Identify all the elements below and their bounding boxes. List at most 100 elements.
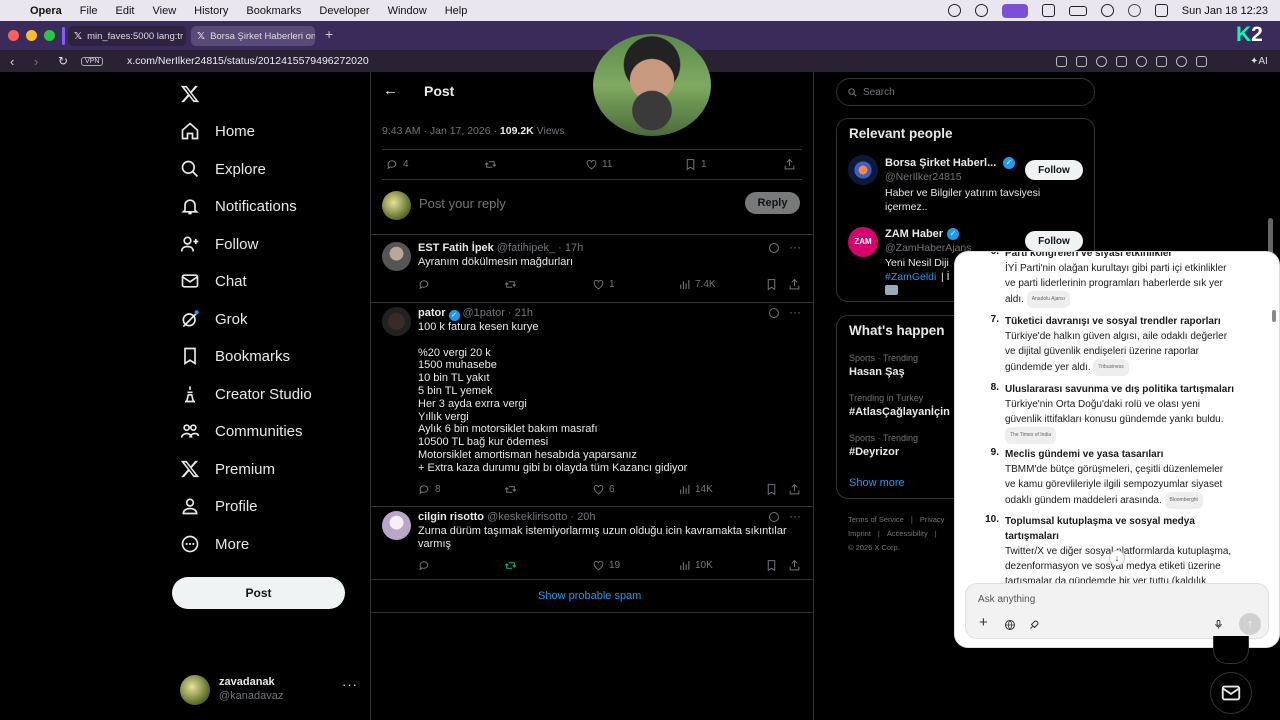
views-action[interactable]: 14K xyxy=(678,483,713,496)
like-action[interactable]: 1 xyxy=(592,278,615,291)
sidebar-item-explore[interactable]: Explore xyxy=(180,153,266,185)
ai-button[interactable]: ✦AI xyxy=(1250,56,1268,67)
views-action[interactable]: 10K xyxy=(678,559,713,572)
battery-icon[interactable] xyxy=(1068,5,1087,16)
shield-icon[interactable] xyxy=(1096,55,1107,67)
footer-privacy[interactable]: Privacy xyxy=(920,515,945,524)
scroll-down-icon[interactable]: ↓ xyxy=(1109,550,1125,566)
show-more-link[interactable]: Show more xyxy=(849,477,905,489)
send-button[interactable]: ↑ xyxy=(1239,613,1261,635)
more-dots-icon[interactable]: ··· xyxy=(789,305,801,319)
reply-button[interactable]: Reply xyxy=(745,192,800,214)
bookmark-action[interactable] xyxy=(765,278,778,291)
grok-explain-icon[interactable] xyxy=(769,243,779,253)
vpn-badge[interactable]: VPN xyxy=(81,56,104,66)
reply-post[interactable]: pator ✓ @1pator · 21h ··· 100 k fatura kesen… xyxy=(371,305,813,502)
sidebar-item-profile[interactable]: Profile xyxy=(180,490,258,522)
sidebar-item-creator-studio[interactable]: Creator Studio xyxy=(180,378,312,410)
sidebar-item-communities[interactable]: Communities xyxy=(180,415,303,447)
retweet-action[interactable] xyxy=(504,559,521,572)
person-avatar[interactable] xyxy=(848,155,878,185)
status-icon-2[interactable] xyxy=(974,4,988,17)
tab-post[interactable]: 𝕏 Borsa Şirket Haberleri on xyxy=(191,26,315,46)
menu-icon[interactable] xyxy=(1156,55,1167,67)
like-action[interactable]: 19 xyxy=(592,559,620,572)
status-icon-1[interactable] xyxy=(947,4,961,17)
share-action[interactable] xyxy=(788,278,801,291)
views-action[interactable]: 7.4K xyxy=(678,278,716,291)
reply-action[interactable]: 8 xyxy=(418,483,441,496)
moon-icon[interactable] xyxy=(1127,4,1141,17)
rocket-icon[interactable] xyxy=(1028,619,1040,631)
sidebar-item-premium[interactable]: Premium xyxy=(180,453,275,485)
page-scrollbar[interactable] xyxy=(1268,218,1273,254)
avatar[interactable] xyxy=(382,511,411,540)
reply-author-name[interactable]: pator xyxy=(418,307,446,319)
menu-bookmarks[interactable]: Bookmarks xyxy=(246,5,301,17)
play-icon[interactable] xyxy=(1100,4,1114,17)
back-icon[interactable]: ‹ xyxy=(10,54,14,69)
x-logo-icon[interactable] xyxy=(180,84,202,104)
sidebar-item-notifications[interactable]: Notifications xyxy=(180,190,297,222)
more-dots-icon[interactable]: ··· xyxy=(342,677,358,692)
reply-input[interactable]: Post your reply xyxy=(419,196,506,211)
retweet-action[interactable] xyxy=(484,158,497,171)
share-action[interactable] xyxy=(788,483,801,496)
share-action[interactable] xyxy=(788,559,801,572)
cube-icon[interactable] xyxy=(1196,55,1207,67)
account-switcher[interactable]: zavadanak @kanadavaz ··· xyxy=(180,673,360,705)
messages-float-button[interactable] xyxy=(1210,672,1252,714)
footer-accessibility[interactable]: Accessibility xyxy=(887,529,928,538)
more-dots-icon[interactable]: ··· xyxy=(789,509,801,523)
footer-terms[interactable]: Terms of Service xyxy=(848,515,904,524)
reply-author-name[interactable]: cilgin risotto xyxy=(418,511,484,523)
person-name[interactable]: Borsa Şirket Haberl... xyxy=(885,157,996,169)
new-tab-button[interactable]: + xyxy=(325,27,339,41)
like-action[interactable]: 6 xyxy=(592,483,615,496)
back-arrow-icon[interactable]: ← xyxy=(383,82,398,99)
sidebar-item-more[interactable]: More xyxy=(180,528,249,560)
person-hashtag[interactable]: #ZamGeldi xyxy=(885,271,936,283)
tab-search[interactable]: 𝕏 min_faves:5000 lang:tr xyxy=(68,26,186,46)
sidebar-item-bookmarks[interactable]: Bookmarks xyxy=(180,340,290,372)
heart-icon[interactable] xyxy=(1136,55,1147,67)
source-chip[interactable]: The Times of India xyxy=(1005,427,1057,444)
menu-file[interactable]: File xyxy=(80,5,98,17)
microphone-icon[interactable] xyxy=(1213,619,1224,630)
grok-scrollbar[interactable] xyxy=(1272,310,1276,322)
status-icon-3[interactable] xyxy=(1041,4,1055,17)
retweet-action[interactable] xyxy=(504,278,521,291)
grok-explain-icon[interactable] xyxy=(769,308,779,318)
forward-icon[interactable]: › xyxy=(34,54,38,69)
control-center-icon[interactable] xyxy=(1154,4,1168,17)
search-box[interactable]: Search xyxy=(836,78,1095,106)
bookmark-action[interactable]: 1 xyxy=(684,158,707,171)
person-avatar[interactable]: ZAM xyxy=(848,227,878,257)
post-button[interactable]: Post xyxy=(172,577,345,609)
show-probable-spam[interactable]: Show probable spam xyxy=(538,590,641,602)
menu-window[interactable]: Window xyxy=(388,5,427,17)
globe-icon[interactable] xyxy=(1004,619,1016,631)
reply-action[interactable]: 4 xyxy=(386,158,409,171)
menubar-app-name[interactable]: Opera xyxy=(30,5,62,17)
send-icon[interactable] xyxy=(1116,55,1127,67)
source-chip[interactable]: Bloomberght xyxy=(1164,492,1203,509)
grok-float-button[interactable] xyxy=(1213,636,1249,664)
avatar[interactable] xyxy=(382,307,411,336)
share-action[interactable] xyxy=(783,158,796,171)
menubar-clock[interactable]: Sun Jan 18 12:23 xyxy=(1182,5,1268,17)
source-chip[interactable]: Tribusiness xyxy=(1093,359,1129,376)
avatar[interactable] xyxy=(382,242,411,271)
window-close-button[interactable] xyxy=(8,30,19,41)
reply-author-name[interactable]: EST Fatih İpek xyxy=(418,242,494,254)
reload-icon[interactable]: ↻ xyxy=(58,54,68,68)
menu-history[interactable]: History xyxy=(194,5,228,17)
source-chip[interactable]: Anadolu Ajansı xyxy=(1026,291,1071,308)
bookmark-action[interactable] xyxy=(765,483,778,496)
reply-post[interactable]: EST Fatih İpek @fatihipek_ · 17h ··· Ayran… xyxy=(371,240,813,298)
menu-developer[interactable]: Developer xyxy=(319,5,369,17)
window-zoom-button[interactable] xyxy=(44,30,55,41)
menu-view[interactable]: View xyxy=(153,5,177,17)
search-input[interactable]: Search xyxy=(863,87,895,98)
address-input[interactable]: x.com/NerIlker24815/status/2012415579496… xyxy=(127,55,369,67)
